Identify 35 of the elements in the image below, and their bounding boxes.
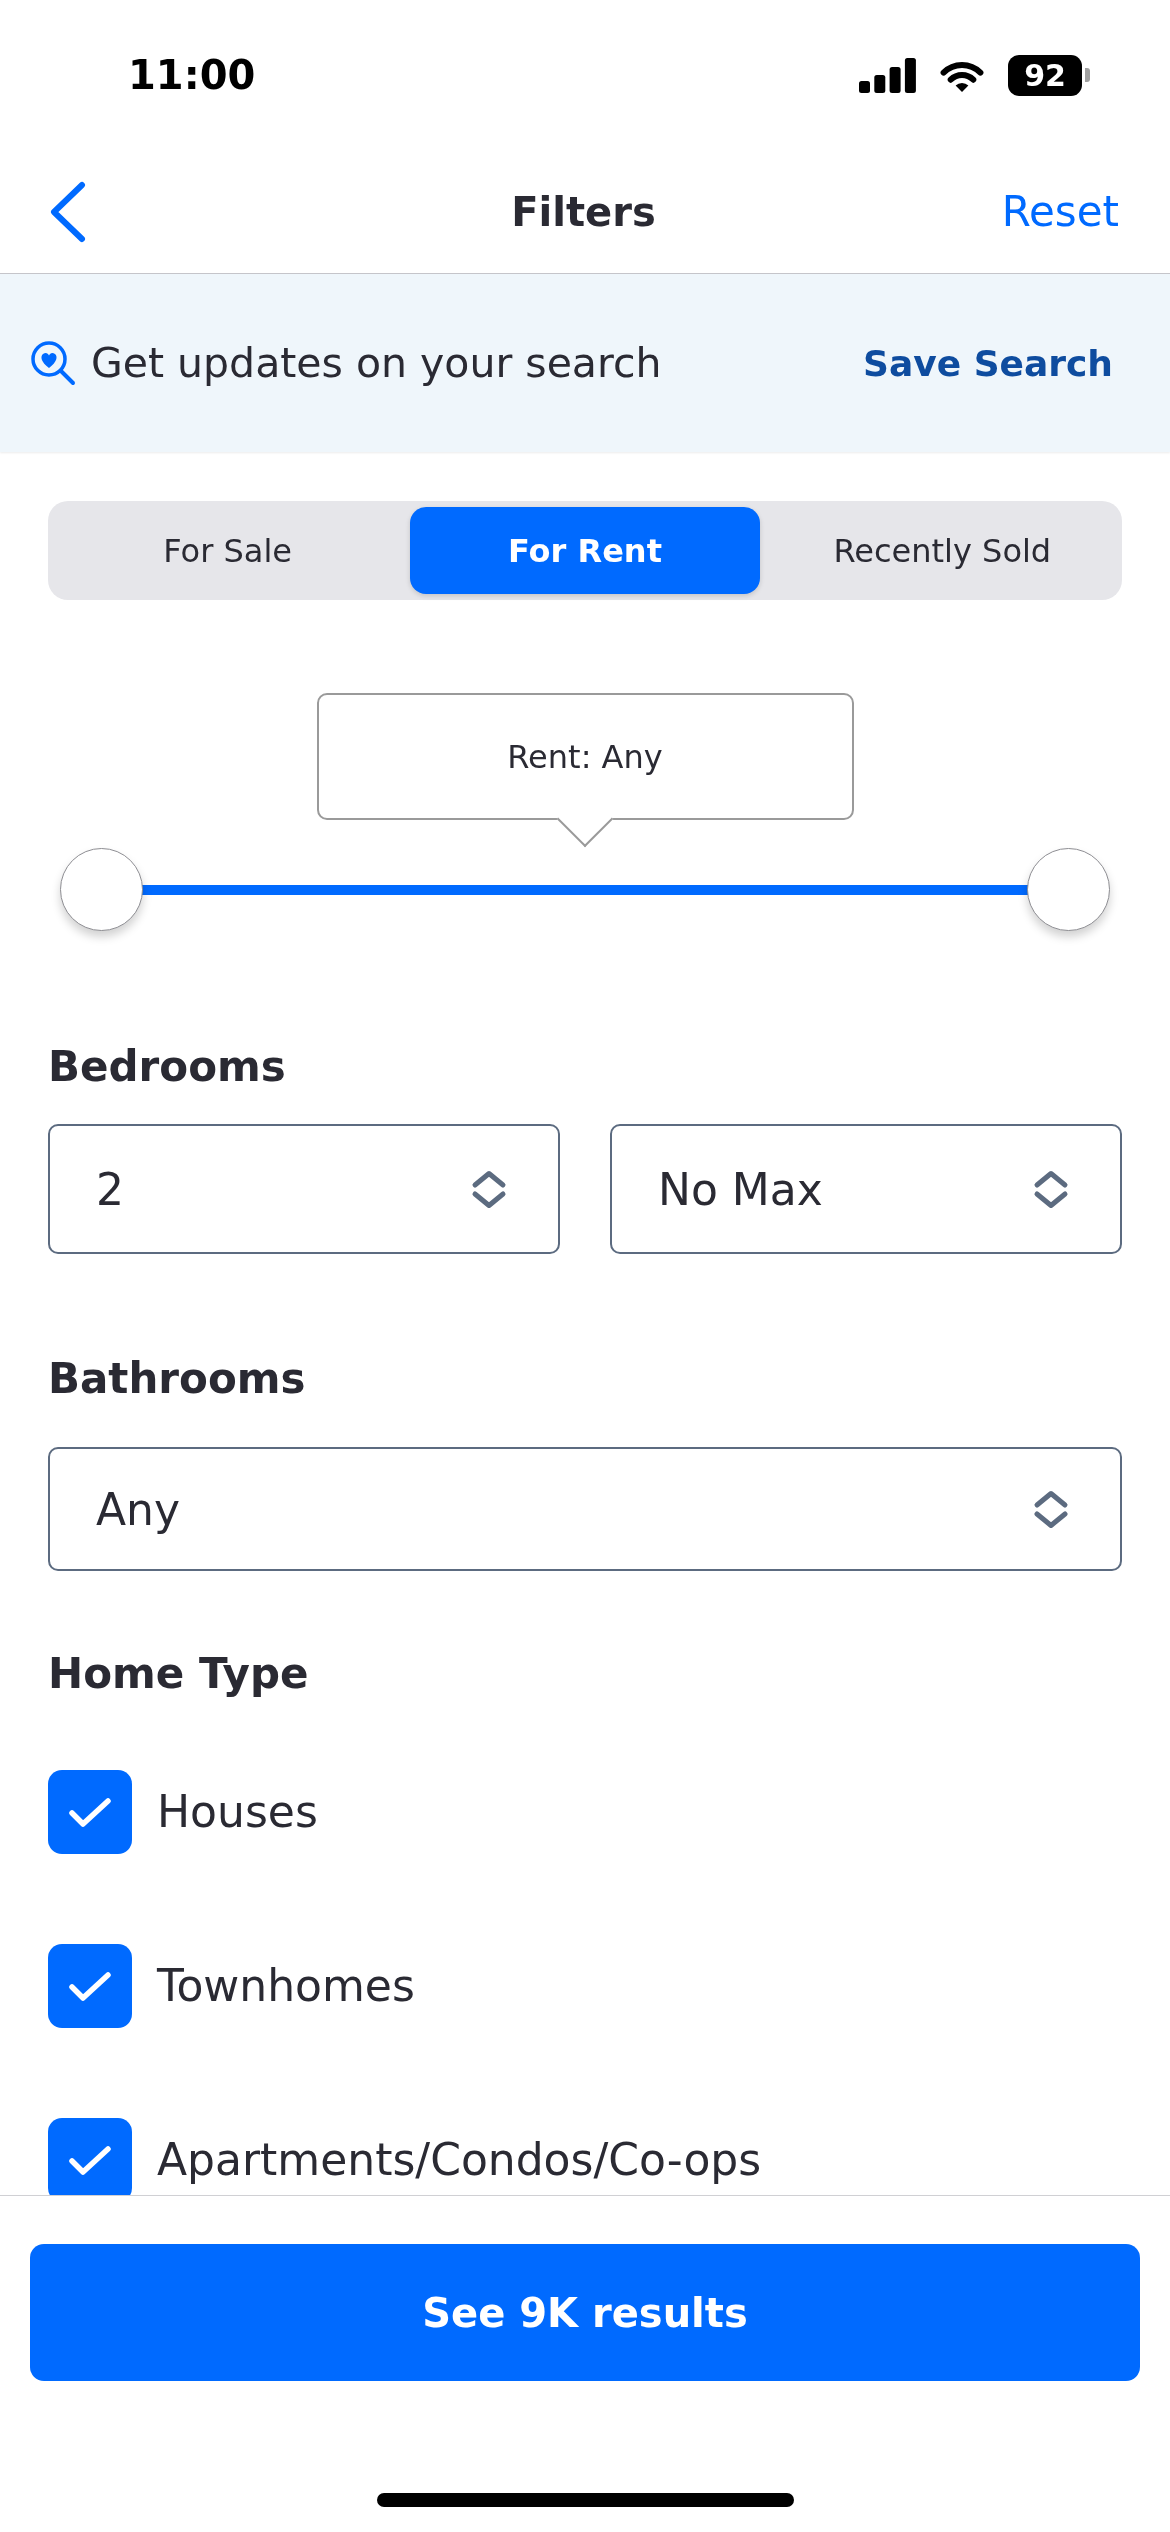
listing-type-tab[interactable]: For Sale: [53, 507, 403, 594]
up-down-chevron-icon: [1032, 1168, 1070, 1210]
checkbox[interactable]: [48, 1770, 132, 1854]
up-down-chevron-icon: [470, 1168, 508, 1210]
slider-thumb[interactable]: [60, 848, 143, 931]
dropdown-select[interactable]: Any: [48, 1447, 1122, 1571]
check-icon: [69, 1797, 111, 1827]
section-heading: Bathrooms: [48, 1353, 307, 1405]
checkbox-label[interactable]: Townhomes: [157, 1960, 415, 2012]
check-icon: [69, 2145, 111, 2175]
checkbox[interactable]: [48, 1944, 132, 2028]
back-icon[interactable]: [48, 180, 87, 243]
battery-indicator: 92: [1008, 54, 1090, 96]
listing-type-tab[interactable]: For Rent: [410, 507, 760, 594]
check-icon: [69, 1971, 111, 2001]
see-results-button[interactable]: See 9K results: [30, 2244, 1140, 2381]
checkbox-label[interactable]: Houses: [157, 1786, 318, 1838]
checkbox[interactable]: [48, 2118, 132, 2195]
price-tooltip: Rent: Any: [316, 693, 854, 848]
checkbox-label[interactable]: Apartments/Condos/Co-ops: [157, 2134, 762, 2186]
heart-search-icon: [30, 340, 76, 386]
dropdown-select[interactable]: No Max: [610, 1124, 1122, 1254]
page-title: Filters: [511, 188, 656, 235]
slider-track[interactable]: [60, 848, 1110, 931]
section-heading: Home Type: [48, 1648, 310, 1700]
save-search-button[interactable]: Save Search: [863, 342, 1113, 384]
section-heading: Bedrooms: [48, 1041, 287, 1093]
up-down-chevron-icon: [1032, 1488, 1070, 1530]
status-time: 11:00: [128, 52, 256, 98]
reset-button[interactable]: Reset: [1001, 187, 1119, 236]
listing-type-tab[interactable]: Recently Sold: [767, 507, 1117, 594]
banner-text: Get updates on your search: [91, 339, 662, 387]
signal-icon: [859, 57, 916, 93]
slider-thumb[interactable]: [1027, 848, 1110, 931]
dropdown-select[interactable]: 2: [48, 1124, 560, 1254]
